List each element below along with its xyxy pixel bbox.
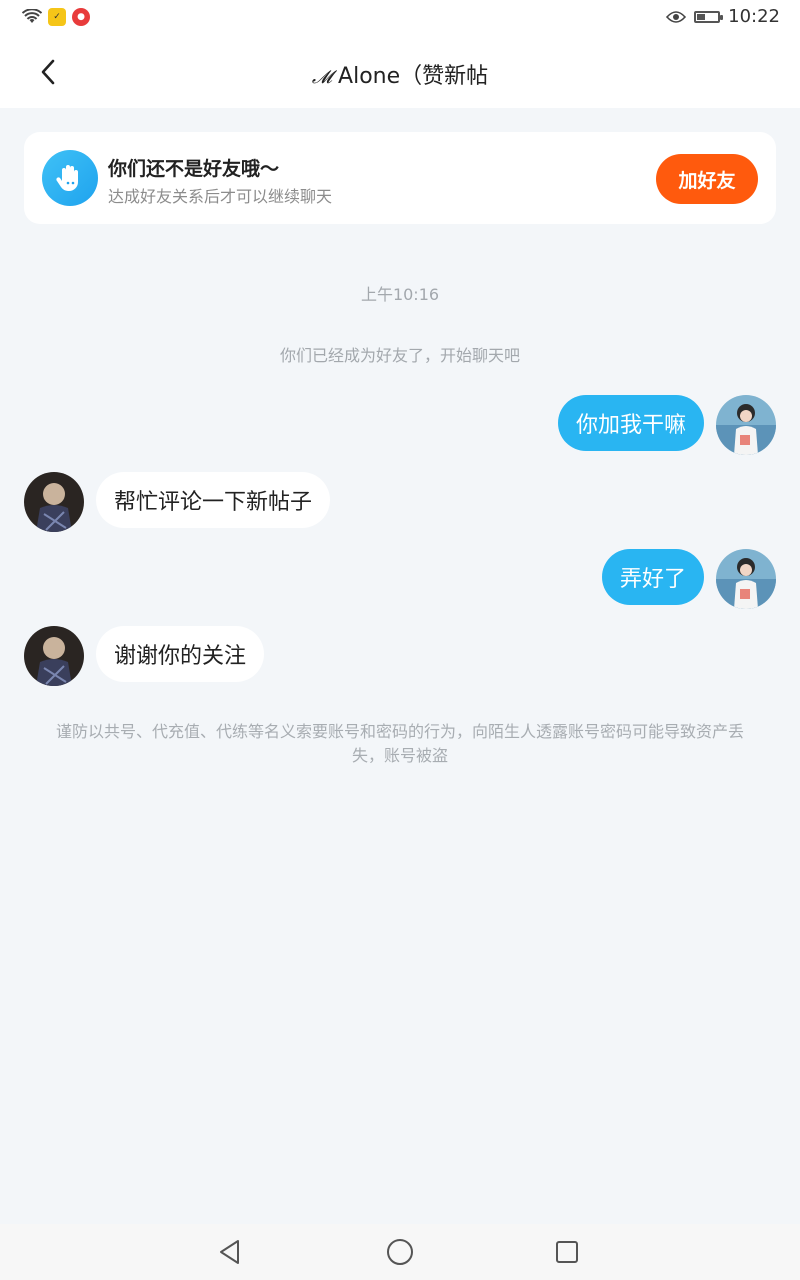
contact-avatar[interactable] <box>24 472 84 532</box>
message-bubble-received[interactable]: 谢谢你的关注 <box>96 626 265 682</box>
back-triangle-icon[interactable] <box>214 1236 246 1268</box>
security-warning: 谨防以共号、代充值、代练等名义索要账号和密码的行为，向陌生人透露账号密码可能导致… <box>55 722 744 765</box>
status-time: 10:22 <box>728 6 780 27</box>
recents-square-icon[interactable] <box>551 1236 583 1268</box>
banner-subtitle: 达成好友关系后才可以继续聊天 <box>108 187 333 206</box>
add-friend-button[interactable]: 加好友 <box>656 154 758 204</box>
wifi-icon <box>22 9 42 23</box>
system-note: 你们已经成为好友了，开始聊天吧 <box>279 346 520 365</box>
home-circle-icon[interactable] <box>384 1236 416 1268</box>
hand-icon <box>42 150 98 206</box>
status-right: 10:22 <box>666 6 780 27</box>
banner-title: 你们还不是好友哦～ <box>108 158 280 180</box>
eye-icon <box>666 10 687 23</box>
status-left: ✓ ● <box>22 8 90 26</box>
chat-header: 𝓜 Alone（赞新帖 <box>0 36 800 108</box>
battery-icon <box>694 10 724 23</box>
friend-banner: 你们还不是好友哦～ 达成好友关系后才可以继续聊天 加好友 <box>24 132 776 224</box>
chat-timestamp: 上午10:16 <box>360 285 440 304</box>
app-notification-icon-2: ● <box>72 8 90 26</box>
message-bubble-received[interactable]: 帮忙评论一下新帖子 <box>96 472 331 528</box>
title-text: Alone（赞新帖 <box>338 64 489 89</box>
my-avatar[interactable] <box>716 395 776 455</box>
chat-title: 𝓜 Alone（赞新帖 <box>0 58 800 90</box>
system-nav-bar <box>0 1224 800 1280</box>
contact-avatar[interactable] <box>24 626 84 686</box>
my-avatar[interactable] <box>716 549 776 609</box>
message-bubble-sent[interactable]: 弄好了 <box>601 549 704 605</box>
message-bubble-sent[interactable]: 你加我干嘛 <box>557 395 704 451</box>
title-prefix: 𝓜 <box>311 67 333 88</box>
app-notification-icon: ✓ <box>48 8 66 26</box>
status-bar: ✓ ● 10:22 <box>0 0 800 36</box>
